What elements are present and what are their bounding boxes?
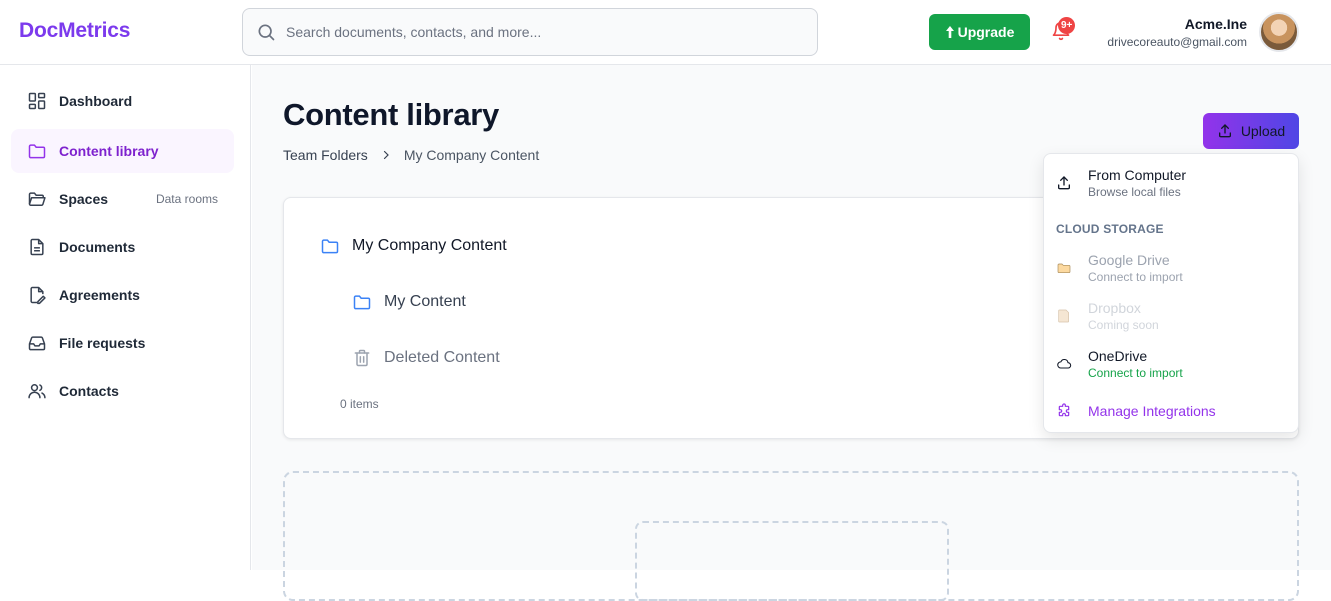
manage-integrations-label: Manage Integrations: [1088, 403, 1216, 419]
sidebar-item-dashboard[interactable]: Dashboard: [11, 79, 234, 123]
arrow-up-icon: [945, 26, 954, 38]
menu-item-subtitle: Browse local files: [1088, 185, 1181, 199]
drop-zone-inner: [635, 521, 949, 601]
sidebar-item-label: Spaces: [59, 191, 109, 207]
upgrade-label: Upgrade: [957, 24, 1015, 40]
edit-document-icon: [30, 286, 46, 305]
search-bar[interactable]: [242, 8, 818, 56]
users-icon: [28, 384, 46, 399]
page-title: Content library: [283, 97, 499, 132]
menu-item-title: Dropbox: [1088, 300, 1141, 316]
menu-item-title: From Computer: [1088, 167, 1187, 183]
sidebar-item-spaces[interactable]: Spaces Data rooms: [11, 177, 234, 221]
folder-icon: [321, 239, 339, 254]
menu-item-google-drive[interactable]: Google Drive Connect to import: [1044, 252, 1298, 296]
puzzle-icon: [1058, 403, 1070, 417]
menu-item-subtitle: Connect to import: [1088, 270, 1183, 284]
upgrade-button[interactable]: Upgrade: [929, 14, 1030, 50]
menu-item-onedrive[interactable]: OneDrive Connect to import: [1044, 348, 1298, 392]
menu-item-title: Google Drive: [1088, 252, 1170, 268]
sidebar-item-label: File requests: [59, 335, 146, 351]
app-logo[interactable]: DocMetrics: [19, 19, 130, 43]
tree-item-label: Deleted Content: [384, 349, 500, 366]
sidebar-item-label: Contacts: [59, 383, 119, 399]
top-header: DocMetrics Upgrade 9+ Acme.Ine drivecore…: [0, 0, 1331, 65]
sidebar-item-contacts[interactable]: Contacts: [11, 369, 234, 413]
folder-icon: [28, 144, 46, 159]
menu-item-from-computer[interactable]: From Computer Browse local files: [1044, 167, 1298, 211]
menu-item-subtitle: Connect to import: [1088, 366, 1183, 380]
upload-button[interactable]: Upload: [1203, 113, 1299, 149]
breadcrumb-team-folders[interactable]: Team Folders: [283, 147, 368, 163]
breadcrumb-current: My Company Content: [403, 147, 540, 163]
items-count: 0 items: [340, 397, 379, 411]
google-drive-icon: [1057, 263, 1071, 273]
folder-icon: [353, 295, 371, 310]
manage-integrations-link[interactable]: Manage Integrations: [1056, 403, 1216, 419]
menu-item-subtitle: Coming soon: [1088, 318, 1159, 332]
sidebar-item-label: Content library: [59, 143, 159, 159]
chevron-right-icon: [380, 149, 392, 161]
sidebar-item-documents[interactable]: Documents: [11, 225, 234, 269]
menu-section-label: CLOUD STORAGE: [1056, 222, 1164, 236]
tree-item-deleted-content[interactable]: Deleted Content: [352, 348, 500, 368]
upload-label: Upload: [1240, 123, 1286, 139]
avatar[interactable]: [1259, 12, 1299, 52]
drop-zone[interactable]: [283, 471, 1299, 601]
grid-icon: [28, 92, 46, 110]
sidebar-item-sublabel: Data rooms: [155, 192, 218, 206]
tree-item-root[interactable]: My Company Content: [320, 236, 507, 256]
folder-open-icon: [28, 192, 46, 206]
cloud-icon: [1057, 358, 1072, 369]
upload-dropdown-menu: From Computer Browse local files CLOUD S…: [1043, 153, 1299, 433]
user-email: drivecoreauto@gmail.com: [1107, 35, 1247, 49]
sidebar-item-label: Dashboard: [59, 93, 133, 109]
document-icon: [30, 238, 44, 256]
sidebar-item-agreements[interactable]: Agreements: [11, 273, 234, 317]
dropbox-icon: [1058, 309, 1069, 323]
trash-icon: [354, 349, 370, 367]
tree-item-label: My Content: [384, 293, 466, 310]
sidebar-item-label: Agreements: [59, 287, 140, 303]
upload-icon: [1058, 176, 1070, 190]
sidebar: Dashboard Content library Spaces Data ro…: [0, 65, 251, 570]
search-icon: [258, 24, 275, 41]
user-name: Acme.Ine: [1184, 16, 1247, 32]
sidebar-item-label: Documents: [59, 239, 136, 255]
search-input[interactable]: [286, 24, 786, 40]
upload-icon: [1218, 124, 1231, 138]
breadcrumb: Team Folders My Company Content: [283, 147, 539, 163]
menu-item-dropbox: Dropbox Coming soon: [1044, 300, 1298, 344]
tree-item-my-content[interactable]: My Content: [352, 292, 466, 312]
tree-item-label: My Company Content: [352, 237, 507, 254]
notification-badge: 9+: [1058, 17, 1076, 34]
menu-item-title: OneDrive: [1088, 348, 1148, 364]
sidebar-item-file-requests[interactable]: File requests: [11, 321, 234, 365]
inbox-icon: [28, 336, 46, 351]
sidebar-item-content-library[interactable]: Content library: [11, 129, 234, 173]
